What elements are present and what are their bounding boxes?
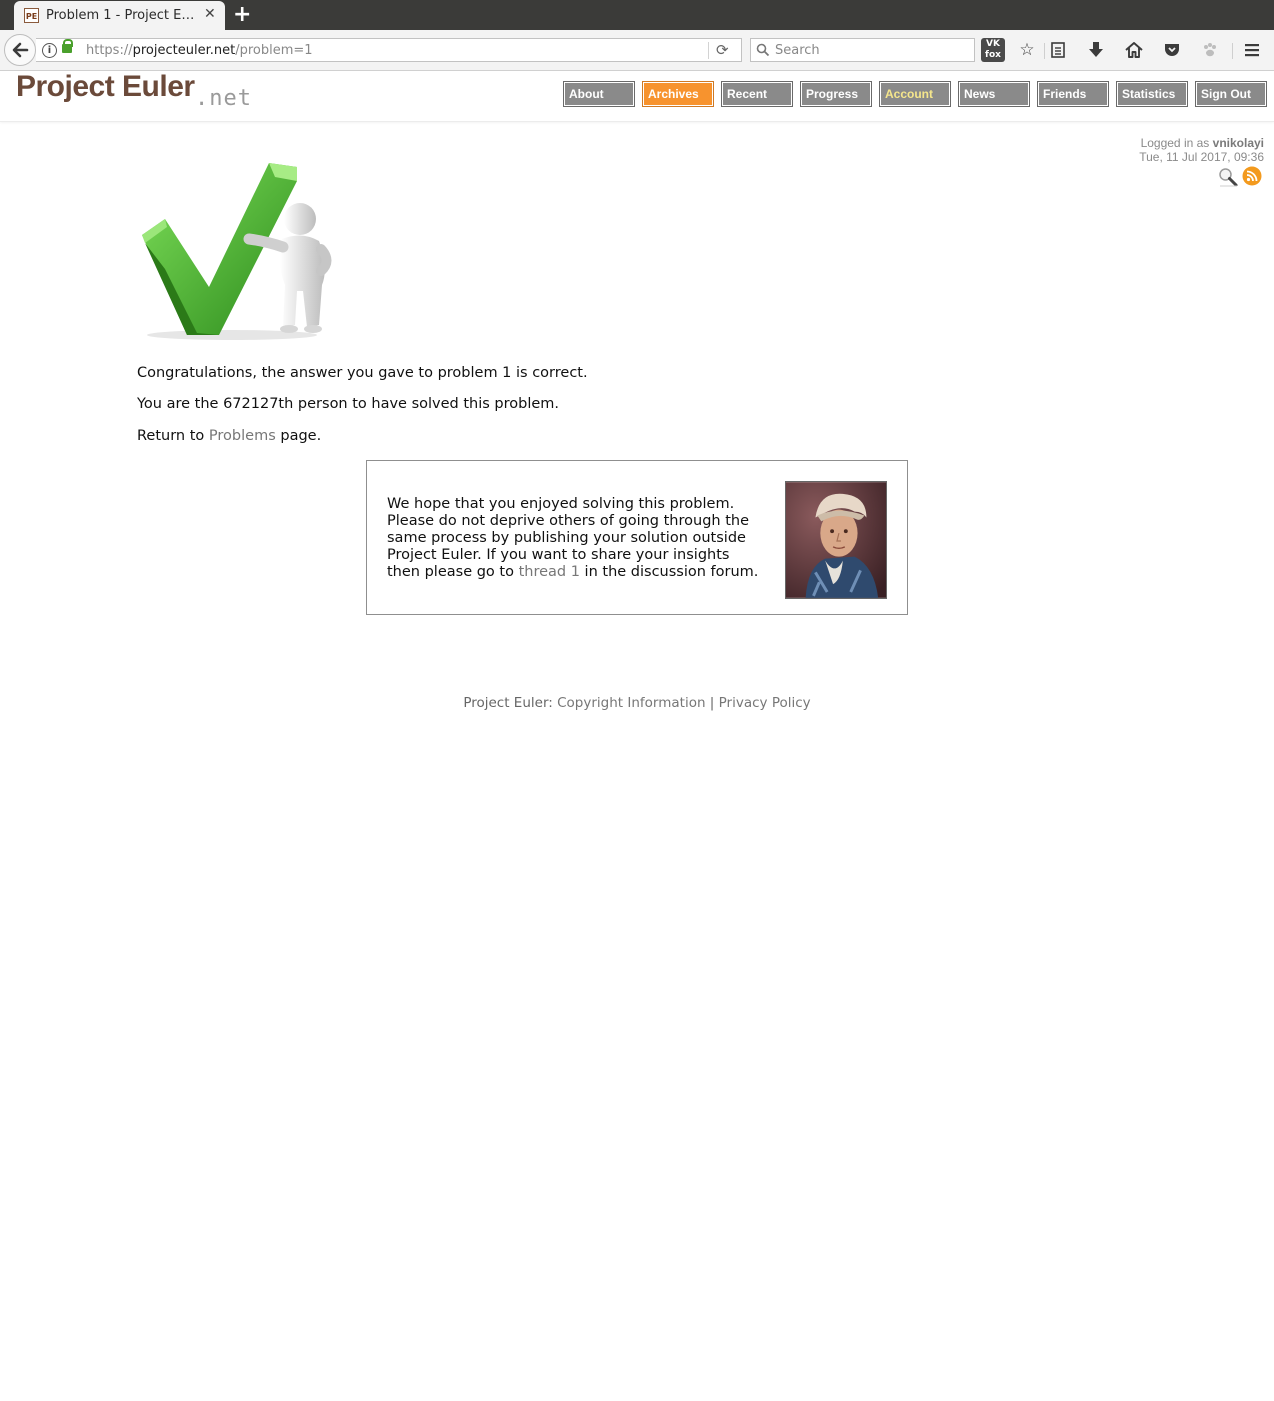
problems-link[interactable]: Problems <box>209 428 276 444</box>
browser-navigation-bar: i https://projecteuler.net/problem=1 ⟳ V… <box>0 30 1274 71</box>
nav-progress-button[interactable]: Progress <box>800 81 872 107</box>
url-bar[interactable]: i https://projecteuler.net/problem=1 ⟳ <box>36 38 742 62</box>
tab-title: Problem 1 - Project E… <box>46 8 195 23</box>
pocket-shield-icon <box>1165 44 1179 56</box>
nav-sign-out-button[interactable]: Sign Out <box>1195 81 1267 107</box>
home-icon[interactable] <box>1122 38 1146 62</box>
back-button[interactable] <box>4 34 36 66</box>
back-arrow-icon <box>12 42 29 58</box>
download-arrow-icon <box>1089 42 1103 57</box>
menu-lines-icon <box>1245 44 1259 57</box>
current-datetime: Tue, 11 Jul 2017, 09:36 <box>1139 150 1264 164</box>
rss-feed-icon[interactable] <box>1242 166 1262 186</box>
browser-tab-active[interactable]: PE Problem 1 - Project E… ✕ <box>14 1 225 30</box>
nav-news-button[interactable]: News <box>958 81 1030 107</box>
return-message: Return to Problems page. <box>137 428 321 444</box>
vkfox-extension-icon[interactable]: VK fox <box>981 38 1005 62</box>
paw-extension-icon[interactable] <box>1198 38 1222 62</box>
nav-account-button[interactable]: Account <box>879 81 951 107</box>
site-header: Project Euler .net About Archives Recent Pr… <box>0 70 1274 122</box>
site-logo-suffix: .net <box>195 86 252 111</box>
toolbar-divider <box>1232 43 1233 59</box>
search-icon <box>756 43 770 57</box>
share-notice-box: We hope that you enjoyed solving this pr… <box>366 460 908 615</box>
url-path: /problem=1 <box>235 43 313 58</box>
new-tab-button[interactable]: + <box>233 3 251 27</box>
solver-rank-message: You are the 672127th person to have solv… <box>137 396 559 412</box>
notice-text: We hope that you enjoyed solving this pr… <box>387 496 767 581</box>
hamburger-menu-icon[interactable] <box>1240 38 1264 62</box>
copyright-link[interactable]: Copyright Information <box>557 695 705 711</box>
site-logo[interactable]: Project Euler <box>16 70 195 104</box>
magnifier-icon[interactable] <box>1217 166 1239 188</box>
search-bar[interactable] <box>750 38 975 62</box>
pocket-icon[interactable] <box>1160 38 1184 62</box>
return-prefix: Return to <box>137 428 209 444</box>
solver-rank-prefix: You are the <box>137 396 224 412</box>
paw-icon <box>1204 43 1216 57</box>
euler-portrait <box>785 481 887 599</box>
nav-statistics-button[interactable]: Statistics <box>1116 81 1188 107</box>
url-text[interactable]: https://projecteuler.net/problem=1 <box>86 43 313 58</box>
user-info: Logged in as vnikolayi Tue, 11 Jul 2017,… <box>1139 136 1264 164</box>
reload-icon[interactable]: ⟳ <box>716 41 729 59</box>
url-host: projecteuler.net <box>132 43 236 58</box>
toolbar-divider <box>1044 43 1045 59</box>
lock-icon[interactable] <box>62 39 73 53</box>
search-input[interactable] <box>773 40 972 60</box>
url-divider <box>708 42 709 59</box>
solver-rank: 672127th <box>223 396 294 412</box>
footer-prefix: Project Euler: <box>463 695 558 711</box>
solver-rank-suffix: person to have solved this problem. <box>293 396 560 412</box>
tab-close-icon[interactable]: ✕ <box>204 6 216 22</box>
vkfox-label-top: VK <box>986 39 1000 49</box>
congrats-message: Congratulations, the answer you gave to … <box>137 365 588 381</box>
privacy-policy-link[interactable]: Privacy Policy <box>719 695 811 711</box>
url-scheme: https:// <box>86 43 133 58</box>
info-icon[interactable]: i <box>42 43 57 58</box>
thread-1-link[interactable]: thread 1 <box>519 564 580 580</box>
notice-suffix: in the discussion forum. <box>579 564 759 580</box>
bookmark-star-icon[interactable]: ☆ <box>1015 38 1039 62</box>
nav-friends-button[interactable]: Friends <box>1037 81 1109 107</box>
vkfox-label-bottom: fox <box>985 50 1001 60</box>
downloads-icon[interactable] <box>1084 38 1108 62</box>
house-icon <box>1125 42 1143 58</box>
nav-archives-button[interactable]: Archives <box>642 81 714 107</box>
bookmarks-list-icon[interactable] <box>1046 38 1070 62</box>
correct-checkmark-figure <box>142 163 332 340</box>
nav-about-button[interactable]: About <box>563 81 635 107</box>
clipboard-icon <box>1051 42 1065 58</box>
footer: Project Euler: Copyright Information | P… <box>0 695 1274 711</box>
browser-tab-bar: PE Problem 1 - Project E… ✕ + <box>0 0 1274 30</box>
username: vnikolayi <box>1212 136 1264 150</box>
nav-recent-button[interactable]: Recent <box>721 81 793 107</box>
logged-in-label: Logged in as <box>1140 136 1210 150</box>
site-favicon-icon: PE <box>24 8 39 23</box>
return-suffix: page. <box>275 428 322 444</box>
footer-separator: | <box>705 695 719 711</box>
